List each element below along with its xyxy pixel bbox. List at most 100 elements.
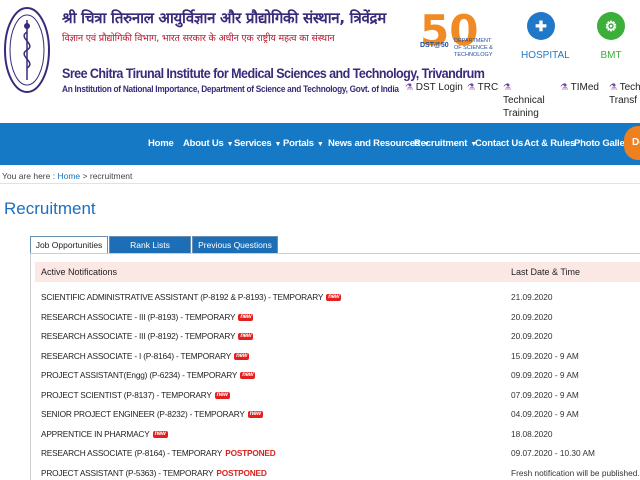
caret-down-icon: ▼ <box>316 141 324 148</box>
notification-cell: SENIOR PROJECT ENGINEER (P-8232) - TEMPO… <box>41 408 263 420</box>
flask-icon: ⚗ <box>503 82 512 92</box>
last-date-cell: Fresh notification will be published. <box>511 467 640 478</box>
nav-label: Recruitment <box>414 138 468 149</box>
page-title: Recruitment <box>4 199 96 218</box>
nav-label: Portals <box>283 138 314 149</box>
new-badge-icon: new <box>247 411 263 419</box>
institute-subtitle-hindi: विज्ञान एवं प्रौद्योगिकी विभाग, भारत सरक… <box>62 33 335 44</box>
table-row: RESEARCH ASSOCIATE - III (P-8192) - TEMP… <box>31 330 640 349</box>
hospital-label: HOSPITAL <box>521 50 570 61</box>
last-date-cell: 20.09.2020 <box>511 311 553 322</box>
quick-link-label: TIMed <box>570 82 599 93</box>
table-row: APPRENTICE IN PHARMACY new 18.08.2020 <box>31 428 640 447</box>
new-badge-icon: new <box>238 333 254 341</box>
caret-down-icon: ▼ <box>226 141 234 148</box>
breadcrumb-separator: > <box>82 171 88 181</box>
flask-icon: ⚗ <box>405 82 414 92</box>
breadcrumb-home-link[interactable]: Home <box>57 171 80 181</box>
nav-home[interactable]: Home <box>148 123 174 165</box>
column-header-notifications: Active Notifications <box>41 267 118 277</box>
table-row: PROJECT ASSISTANT (P-5363) - TEMPORARY PO… <box>31 467 640 480</box>
notification-cell: RESEARCH ASSOCIATE - III (P-8193) - TEMP… <box>41 311 254 323</box>
table-row: PROJECT SCIENTIST (P-8137) - TEMPORARY ne… <box>31 389 640 408</box>
new-badge-icon: new <box>240 372 256 380</box>
notification-link[interactable]: RESEARCH ASSOCIATE (P-8164) - TEMPORARY <box>41 448 222 458</box>
nav-act-and-rules[interactable]: Act & Rules <box>524 123 575 165</box>
dst-50-label: DST@50 <box>420 42 449 49</box>
nav-services[interactable]: Services ▼ <box>234 123 281 165</box>
quick-link-dst-login[interactable]: ⚗ DST Login <box>405 81 463 94</box>
table-row: RESEARCH ASSOCIATE (P-8164) - TEMPORARY P… <box>31 447 640 466</box>
quick-link-label: DST Login <box>415 82 463 93</box>
institute-seal-logo[interactable] <box>2 4 52 96</box>
quick-link-trc[interactable]: ⚗ TRC <box>467 81 498 94</box>
breadcrumb-divider <box>0 183 640 184</box>
quick-link-timed[interactable]: ⚗ TIMed <box>560 81 599 94</box>
new-badge-icon: new <box>152 430 168 438</box>
column-header-date: Last Date & Time <box>511 267 581 277</box>
flask-icon: ⚗ <box>609 82 618 92</box>
quick-link-label: Technical Training <box>503 95 545 119</box>
notification-cell: RESEARCH ASSOCIATE - I (P-8164) - TEMPOR… <box>41 350 250 362</box>
notification-link[interactable]: RESEARCH ASSOCIATE - I (P-8164) - TEMPOR… <box>41 351 231 361</box>
last-date-cell: 04.09.2020 - 9 AM <box>511 409 579 419</box>
notification-link[interactable]: RESEARCH ASSOCIATE - III (P-8192) - TEMP… <box>41 331 236 341</box>
institute-name-english: Sree Chitra Tirunal Institute for Medica… <box>62 66 485 81</box>
quick-link-technology-transfer[interactable]: ⚗ Techn Transf <box>609 81 640 107</box>
quick-link-technical-training[interactable]: ⚗ Technical Training <box>503 81 555 120</box>
postponed-label: POSTPONED <box>225 448 276 458</box>
notification-cell: PROJECT ASSISTANT(Engg) (P-6234) - TEMPO… <box>41 369 256 381</box>
institute-subtitle-english: An Institution of National Importance, D… <box>62 84 399 94</box>
dst-50-logo[interactable]: 50 DST@50 DEPARTMENT OF SCIENCE & TECHNO… <box>420 10 500 66</box>
tab-job-opportunities[interactable]: Job Opportunities <box>30 236 108 254</box>
notification-link[interactable]: PROJECT ASSISTANT (P-5363) - TEMPORARY <box>41 468 214 478</box>
breadcrumb-current: recruitment <box>89 171 133 181</box>
tab-previous-questions[interactable]: Previous Questions <box>192 236 278 254</box>
last-date-cell: 15.09.2020 - 9 AM <box>511 350 579 361</box>
tab-rank-lists[interactable]: Rank Lists <box>109 236 191 254</box>
nav-about-us[interactable]: About Us ▼ <box>183 123 234 165</box>
bmt-label: BMT <box>600 50 622 61</box>
nav-label: About Us <box>183 138 224 149</box>
new-badge-icon: new <box>326 294 342 302</box>
last-date-cell: 20.09.2020 <box>511 331 553 341</box>
nav-label: Act & Rules <box>524 138 576 149</box>
nav-portals[interactable]: Portals ▼ <box>283 123 324 165</box>
nav-label: Services <box>234 138 272 149</box>
last-date-cell: 09.07.2020 - 10.30 AM <box>511 448 595 458</box>
notification-cell: PROJECT ASSISTANT (P-5363) - TEMPORARY PO… <box>41 467 267 479</box>
hospital-cross-icon: ✚ <box>527 12 555 40</box>
last-date-cell: 07.09.2020 - 9 AM <box>511 389 579 400</box>
notification-link[interactable]: SENIOR PROJECT ENGINEER (P-8232) - TEMPO… <box>41 409 245 419</box>
notification-cell: PROJECT SCIENTIST (P-8137) - TEMPORARY ne… <box>41 389 230 401</box>
nav-orange-button[interactable]: Do <box>624 126 640 160</box>
nav-label: Home <box>148 138 174 149</box>
nav-contact-us[interactable]: Contact Us <box>475 123 523 165</box>
table-row: RESEARCH ASSOCIATE - III (P-8193) - TEMP… <box>31 311 640 330</box>
new-badge-icon: new <box>238 313 254 321</box>
notification-link[interactable]: PROJECT SCIENTIST (P-8137) - TEMPORARY <box>41 390 212 400</box>
last-date-cell: 21.09.2020 <box>511 292 553 302</box>
notification-cell: RESEARCH ASSOCIATE (P-8164) - TEMPORARY P… <box>41 447 276 459</box>
main-navbar: Home About Us ▼ Services ▼ Portals ▼ News a… <box>0 123 640 165</box>
hospital-link[interactable]: ✚ HOSPITAL <box>521 12 570 66</box>
notification-link[interactable]: PROJECT ASSISTANT(Engg) (P-6234) - TEMPO… <box>41 370 237 380</box>
new-badge-icon: new <box>234 352 250 360</box>
flask-icon: ⚗ <box>560 82 569 92</box>
flask-icon: ⚗ <box>467 82 476 92</box>
table-row: SENIOR PROJECT ENGINEER (P-8232) - TEMPO… <box>31 408 640 427</box>
nav-recruitment[interactable]: Recruitment ▼ <box>414 123 477 165</box>
bmt-link[interactable]: ⚙ BMT <box>591 12 631 66</box>
table-row: SCIENTIFIC ADMINISTRATIVE ASSISTANT (P-8… <box>31 291 640 310</box>
notification-cell: APPRENTICE IN PHARMACY new <box>41 428 168 440</box>
notification-link[interactable]: APPRENTICE IN PHARMACY <box>41 429 150 439</box>
notification-link[interactable]: RESEARCH ASSOCIATE - III (P-8193) - TEMP… <box>41 312 236 322</box>
notification-link[interactable]: SCIENTIFIC ADMINISTRATIVE ASSISTANT (P-8… <box>41 292 323 302</box>
nav-label: Contact Us <box>475 138 524 149</box>
table-row: RESEARCH ASSOCIATE - I (P-8164) - TEMPOR… <box>31 350 640 369</box>
bmt-gear-icon: ⚙ <box>597 12 625 40</box>
breadcrumb-prefix: You are here : <box>2 171 56 181</box>
table-header-row: Active Notifications Last Date & Time <box>35 262 640 282</box>
dst-department-text: DEPARTMENT OF SCIENCE & TECHNOLOGY <box>454 38 493 58</box>
last-date-cell: 09.09.2020 - 9 AM <box>511 370 579 380</box>
